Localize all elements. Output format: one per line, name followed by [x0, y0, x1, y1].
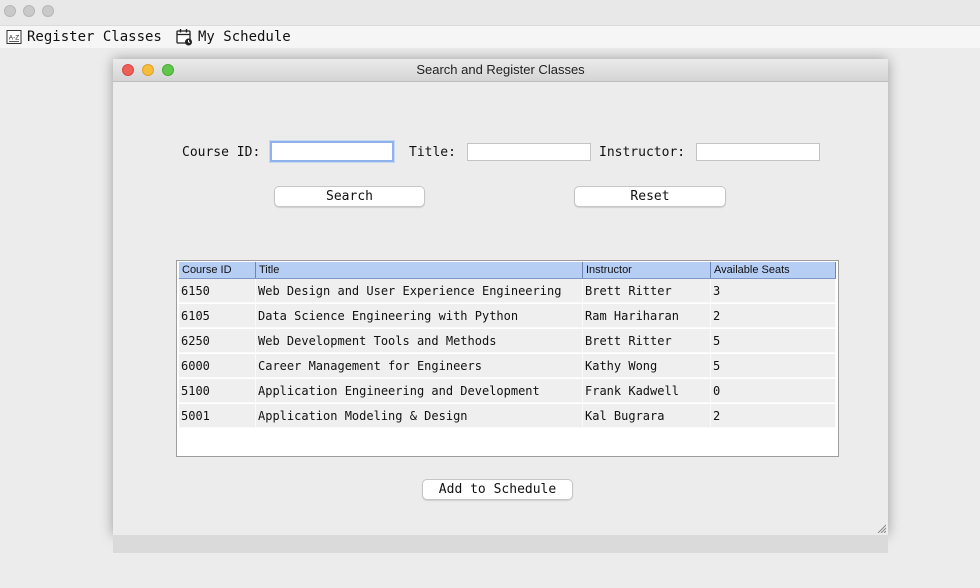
table-cell: Brett Ritter	[583, 279, 711, 303]
menubar: A-Z Register Classes My Schedule	[0, 25, 980, 48]
calendar-icon	[176, 28, 193, 46]
table-cell: 5001	[179, 404, 256, 428]
outer-zoom-button[interactable]	[42, 5, 54, 17]
table-cell: 5	[711, 354, 836, 378]
table-cell: 3	[711, 279, 836, 303]
table-cell: Kal Bugrara	[583, 404, 711, 428]
instructor-label: Instructor:	[599, 145, 686, 160]
table-row[interactable]: 6000 Career Management for Engineers Kathy…	[179, 354, 836, 378]
outer-window-titlebar	[0, 0, 980, 25]
table-cell: 6105	[179, 304, 256, 328]
dialog-title: Search and Register Classes	[416, 62, 585, 77]
outer-minimize-button[interactable]	[23, 5, 35, 17]
table-cell: Web Development Tools and Methods	[256, 329, 583, 353]
title-label: Title:	[409, 145, 456, 160]
table-cell: Application Modeling & Design	[256, 404, 583, 428]
instructor-input[interactable]	[696, 143, 820, 161]
table-row[interactable]: 6150 Web Design and User Experience Engin…	[179, 279, 836, 303]
column-header-instructor[interactable]: Instructor	[583, 262, 711, 278]
menu-my-schedule-label: My Schedule	[198, 29, 291, 45]
table-cell: 6250	[179, 329, 256, 353]
column-header-available-seats[interactable]: Available Seats	[711, 262, 836, 278]
title-input[interactable]	[467, 143, 591, 161]
table-cell: Application Engineering and Development	[256, 379, 583, 403]
column-header-title[interactable]: Title	[256, 262, 583, 278]
menu-register-classes[interactable]: A-Z Register Classes	[6, 27, 162, 47]
table-row[interactable]: 6250 Web Development Tools and Methods Bre…	[179, 329, 836, 353]
menu-my-schedule[interactable]: My Schedule	[176, 27, 291, 47]
column-header-course-id[interactable]: Course ID	[179, 262, 256, 278]
register-classes-dialog: Search and Register Classes Course ID: T…	[113, 59, 888, 535]
dialog-titlebar: Search and Register Classes	[113, 59, 888, 82]
table-header: Course ID Title Instructor Available Sea…	[179, 262, 836, 279]
table-cell: Web Design and User Experience Engineeri…	[256, 279, 583, 303]
svg-text:A-Z: A-Z	[9, 35, 20, 42]
dialog-bottom-shadow	[113, 535, 888, 553]
table-cell: 5100	[179, 379, 256, 403]
table-row[interactable]: 6105 Data Science Engineering with Python…	[179, 304, 836, 328]
outer-close-button[interactable]	[4, 5, 16, 17]
table-cell: 6150	[179, 279, 256, 303]
course-id-label: Course ID:	[182, 145, 261, 160]
table-cell: Brett Ritter	[583, 329, 711, 353]
table-cell: 2	[711, 404, 836, 428]
az-icon: A-Z	[6, 29, 22, 45]
menu-register-classes-label: Register Classes	[27, 29, 162, 45]
classes-table[interactable]: Course ID Title Instructor Available Sea…	[176, 260, 839, 457]
table-cell: 2	[711, 304, 836, 328]
table-cell: Frank Kadwell	[583, 379, 711, 403]
table-cell: Career Management for Engineers	[256, 354, 583, 378]
add-to-schedule-button[interactable]: Add to Schedule	[422, 479, 573, 500]
table-cell: Ram Hariharan	[583, 304, 711, 328]
table-cell: 0	[711, 379, 836, 403]
reset-button[interactable]: Reset	[574, 186, 726, 207]
resize-grip-icon[interactable]	[876, 523, 886, 533]
search-button[interactable]: Search	[274, 186, 425, 207]
table-row[interactable]: 5001 Application Modeling & Design Kal Bug…	[179, 404, 836, 428]
table-row[interactable]: 5100 Application Engineering and Developm…	[179, 379, 836, 403]
table-cell: 5	[711, 329, 836, 353]
table-cell: Data Science Engineering with Python	[256, 304, 583, 328]
table-cell: 6000	[179, 354, 256, 378]
table-cell: Kathy Wong	[583, 354, 711, 378]
course-id-input[interactable]	[270, 141, 394, 162]
